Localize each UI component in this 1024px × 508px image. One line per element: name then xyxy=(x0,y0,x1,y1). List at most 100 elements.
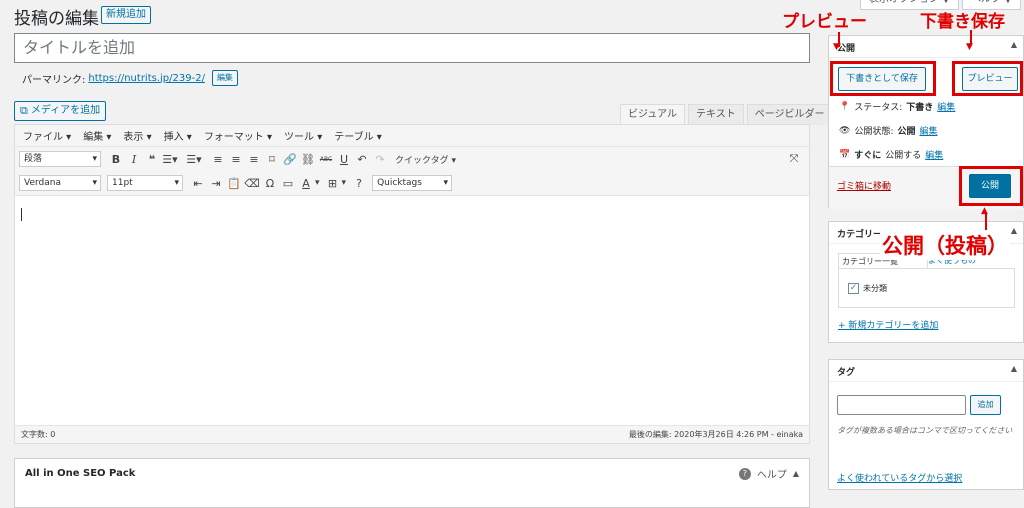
add-tag-button[interactable]: 追加 xyxy=(970,395,1001,415)
align-right-icon[interactable]: ≡ xyxy=(245,153,263,166)
tag-box-header[interactable]: タグ ▲ xyxy=(829,360,1023,382)
link-icon[interactable]: 🔗 xyxy=(281,153,299,166)
add-media-button[interactable]: ⧉ メディアを追加 xyxy=(14,101,107,121)
list-item: ✓ 未分類 xyxy=(848,283,887,294)
help-circle-icon[interactable]: ? xyxy=(350,177,368,190)
seo-pack-box: All in One SEO Pack ? ヘルプ ▲ xyxy=(14,458,810,508)
horizontal-rule-icon[interactable]: ▭ xyxy=(279,177,297,190)
format-select[interactable]: 段落 xyxy=(19,151,101,167)
collapse-arrow-icon[interactable]: ▲ xyxy=(1011,364,1017,373)
fullscreen-icon[interactable]: ⤧ xyxy=(785,152,803,166)
publish-box-header[interactable]: 公開 ▲ xyxy=(829,36,1023,58)
permalink-url[interactable]: https://nutrits.jp/239-2/ xyxy=(88,73,205,84)
font-size-select[interactable]: 11pt xyxy=(107,175,183,191)
annotation-publish-label: 公開（投稿） xyxy=(880,230,1010,260)
visibility-label: 公開状態: xyxy=(854,127,894,137)
menu-file[interactable]: ファイル ▾ xyxy=(23,128,71,143)
menu-insert[interactable]: 挿入 ▾ xyxy=(164,128,192,143)
annotation-box-publish xyxy=(959,166,1023,206)
seo-pack-title: All in One SEO Pack xyxy=(25,468,136,479)
tab-visual[interactable]: ビジュアル xyxy=(620,104,685,125)
category-checkbox[interactable]: ✓ xyxy=(848,283,859,294)
annotation-box-save-draft xyxy=(830,61,936,96)
popular-tags-link[interactable]: よく使われているタグから選択 xyxy=(837,471,962,484)
tag-box: タグ ▲ 追加 タグが複数ある場合はコンマで区切ってください よく使われているタ… xyxy=(828,359,1024,490)
menu-format[interactable]: フォーマット ▾ xyxy=(204,128,272,143)
trash-link[interactable]: ゴミ箱に移動 xyxy=(837,179,891,192)
schedule-edit-link[interactable]: 編集 xyxy=(925,148,943,161)
indent-icon[interactable]: ⇥ xyxy=(207,177,225,190)
visibility-value: 公開 xyxy=(897,127,916,137)
table-icon[interactable]: ⊞ xyxy=(324,177,342,190)
collapse-arrow-icon[interactable]: ▲ xyxy=(1011,40,1017,49)
add-media-label: メディアを追加 xyxy=(30,105,101,116)
schedule-text: 公開する xyxy=(885,151,922,161)
permalink: パーマリンク: https://nutrits.jp/239-2/ 編集 xyxy=(22,70,238,86)
text-color-icon[interactable]: A xyxy=(297,177,315,190)
editor-menubar: ファイル ▾ 編集 ▾ 表示 ▾ 挿入 ▾ フォーマット ▾ ツール ▾ テーブ… xyxy=(15,125,809,147)
numbered-list-icon[interactable]: ☰▾ xyxy=(185,153,203,166)
toolbar-row-1: 段落 B I ❝ ☰▾ ☰▾ ≡ ≡ ≡ ⌑ 🔗 ⛓ ABC U ↶ ↷ クイッ… xyxy=(15,147,809,171)
menu-edit[interactable]: 編集 ▾ xyxy=(83,128,111,143)
undo-icon[interactable]: ↶ xyxy=(353,153,371,166)
visibility-edit-link[interactable]: 編集 xyxy=(920,124,938,137)
eye-icon: 👁 xyxy=(839,125,851,136)
underline-icon[interactable]: U xyxy=(335,153,353,166)
tab-text[interactable]: テキスト xyxy=(688,104,744,125)
outdent-icon[interactable]: ⇤ xyxy=(189,177,207,190)
permalink-edit-button[interactable]: 編集 xyxy=(211,70,238,86)
schedule-row: 📅 すぐに 公開する 編集 xyxy=(839,148,943,162)
omega-icon[interactable]: Ω xyxy=(261,177,279,190)
menu-table[interactable]: テーブル ▾ xyxy=(334,128,382,143)
align-center-icon[interactable]: ≡ xyxy=(227,153,245,166)
align-left-icon[interactable]: ≡ xyxy=(209,153,227,166)
add-category-link[interactable]: + 新規カテゴリーを追加 xyxy=(838,318,938,331)
bookmark-icon[interactable]: ⌑ xyxy=(263,153,281,166)
font-family-select[interactable]: Verdana xyxy=(19,175,101,191)
collapse-arrow-icon[interactable]: ▲ xyxy=(793,469,799,478)
last-edit-info: 最後の編集: 2020年3月26日 4:26 PM - einaka xyxy=(628,430,803,439)
quicktag-dropdown[interactable]: クイックタグ ▾ xyxy=(395,153,456,166)
annotation-preview-label: プレビュー xyxy=(782,12,867,32)
add-new-button[interactable]: 新規追加 xyxy=(101,6,151,24)
pin-icon: 📍 xyxy=(839,101,851,112)
category-label: 未分類 xyxy=(863,284,887,293)
permalink-label: パーマリンク: xyxy=(22,74,86,86)
bullet-list-icon[interactable]: ☰▾ xyxy=(161,153,179,166)
category-list: ✓ 未分類 xyxy=(838,268,1015,308)
eraser-icon[interactable]: ⌫ xyxy=(243,177,261,190)
tab-page-builder[interactable]: ページビルダー xyxy=(746,104,833,125)
collapse-arrow-icon[interactable]: ▲ xyxy=(1011,226,1017,235)
help-icon[interactable]: ? xyxy=(738,467,751,480)
bold-icon[interactable]: B xyxy=(107,153,125,166)
toolbar-row-2: Verdana 11pt ⇤ ⇥ 📋 ⌫ Ω ▭ A ▾ ⊞ ▾ ? Quick… xyxy=(15,171,809,195)
seo-pack-controls: ? ヘルプ ▲ xyxy=(738,466,799,481)
arrow-down-icon: ▼ xyxy=(966,42,973,52)
menu-tools[interactable]: ツール ▾ xyxy=(284,128,322,143)
visibility-row: 👁 公開状態: 公開 編集 xyxy=(839,124,938,138)
editor-statusbar: 文字数: 0 最後の編集: 2020年3月26日 4:26 PM - einak… xyxy=(15,425,809,443)
text-cursor xyxy=(21,208,22,221)
redo-icon[interactable]: ↷ xyxy=(371,153,389,166)
editor-content-area[interactable] xyxy=(15,195,809,420)
strikethrough-icon[interactable]: ABC xyxy=(317,156,335,163)
tag-hint: タグが複数ある場合はコンマで区切ってください xyxy=(837,426,1013,435)
tag-input[interactable] xyxy=(837,395,966,415)
blockquote-icon[interactable]: ❝ xyxy=(143,153,161,166)
annotation-draft-save-label: 下書き保存 xyxy=(920,12,1005,32)
word-count: 文字数: 0 xyxy=(21,430,56,439)
status-edit-link[interactable]: 編集 xyxy=(937,100,955,113)
page-title: 投稿の編集 xyxy=(14,9,99,29)
text-color-dropdown-icon[interactable]: ▾ xyxy=(315,178,320,188)
title-input[interactable]: タイトルを追加 xyxy=(14,33,810,63)
status-value: 下書き xyxy=(906,103,934,113)
paste-text-icon[interactable]: 📋 xyxy=(225,177,243,190)
seo-help-link[interactable]: ヘルプ xyxy=(757,466,787,481)
editor-tabs: ビジュアル テキスト ページビルダー xyxy=(617,104,833,125)
table-dropdown-icon[interactable]: ▾ xyxy=(342,178,347,188)
italic-icon[interactable]: I xyxy=(125,153,143,166)
quicktags-select[interactable]: Quicktags xyxy=(372,175,453,191)
status-row: 📍 ステータス: 下書き 編集 xyxy=(839,100,955,114)
unlink-icon[interactable]: ⛓ xyxy=(299,153,317,166)
menu-view[interactable]: 表示 ▾ xyxy=(123,128,151,143)
